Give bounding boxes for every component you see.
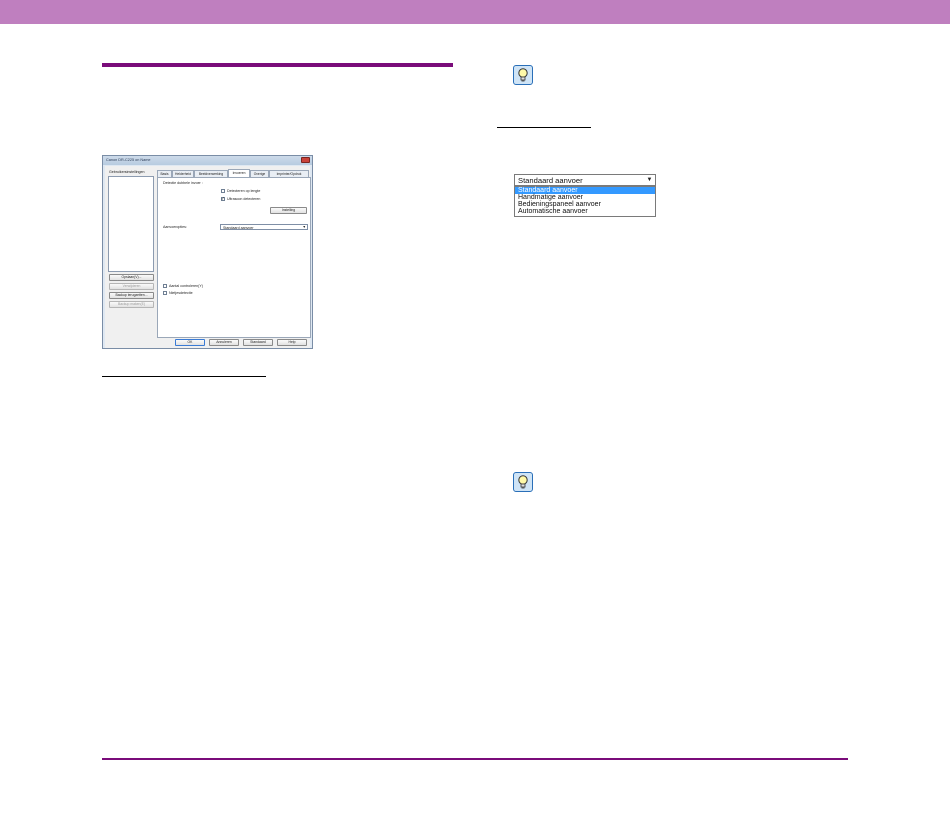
tab-basis[interactable]: Basis bbox=[157, 170, 172, 177]
lightbulb-icon bbox=[513, 65, 533, 85]
detect-by-length-checkbox[interactable] bbox=[221, 189, 225, 193]
chevron-down-icon[interactable]: ▼ bbox=[645, 176, 654, 184]
staple-detect-label: Nietjesdetectie bbox=[169, 291, 193, 295]
feed-options-value: Standaard aanvoer bbox=[223, 225, 254, 230]
lightbulb-icon bbox=[513, 472, 533, 492]
cancel-button[interactable]: Annuleren bbox=[209, 339, 239, 346]
batch-count-checkbox[interactable] bbox=[163, 284, 167, 288]
close-icon[interactable] bbox=[301, 157, 310, 163]
tab-imprinter[interactable]: Imprinter/Opdruk bbox=[269, 170, 309, 177]
settings-dialog-screenshot: Canon DR-C225 on Name Gebruikersinstelli… bbox=[102, 155, 313, 349]
feeding-tab-panel: Detectie dubbele invoer : Detecteren op … bbox=[157, 177, 311, 338]
restore-backup-button[interactable]: Backup terugzetten... bbox=[109, 292, 154, 299]
tab-invoeren[interactable]: Invoeren bbox=[228, 169, 250, 177]
ultrasonic-detect-checkbox[interactable] bbox=[221, 196, 225, 202]
tab-helderheid[interactable]: Helderheid bbox=[172, 170, 194, 177]
detect-by-length-label: Detecteren op lengte bbox=[227, 189, 261, 193]
dialog-title: Canon DR-C225 on Name bbox=[106, 158, 151, 162]
feed-options-label: Aanvoeropties: bbox=[163, 225, 187, 229]
feed-options-select[interactable]: Standaard aanvoer ▼ bbox=[220, 224, 308, 230]
user-settings-label: Gebruikersinstellingen bbox=[109, 170, 145, 174]
delete-settings-button[interactable]: Verwijderen bbox=[109, 283, 154, 290]
help-button[interactable]: Help bbox=[277, 339, 307, 346]
header-band bbox=[0, 0, 950, 24]
dropdown-options-list: Standaard aanvoer Handmatige aanvoer Bed… bbox=[514, 186, 656, 217]
feed-option-dropdown[interactable]: Standaard aanvoer ▼ bbox=[514, 174, 656, 186]
tab-overige[interactable]: Overige bbox=[250, 170, 269, 177]
ultrasonic-detect-label: Ultrasoon detecteren bbox=[227, 197, 261, 201]
ok-button[interactable]: OK bbox=[175, 339, 205, 346]
double-feed-settings-button[interactable]: Instelling bbox=[270, 207, 307, 214]
default-button[interactable]: Standaard bbox=[243, 339, 273, 346]
dropdown-option-automatic[interactable]: Automatische aanvoer bbox=[515, 208, 655, 215]
link-underline bbox=[497, 127, 591, 128]
footer-rule bbox=[102, 758, 848, 760]
user-settings-list[interactable] bbox=[108, 176, 154, 272]
tab-beeldverwerking[interactable]: Beeldverwerking bbox=[194, 170, 228, 177]
link-underline bbox=[102, 376, 266, 377]
make-backup-button[interactable]: Backup maken(E) bbox=[109, 301, 154, 308]
dropdown-current-value: Standaard aanvoer bbox=[518, 176, 583, 185]
save-settings-button[interactable]: Opslaan(V)... bbox=[109, 274, 154, 281]
staple-detect-checkbox[interactable] bbox=[163, 291, 167, 295]
section-title-rule bbox=[102, 63, 453, 67]
tab-strip: Basis Helderheid Beeldverwerking Invoere… bbox=[157, 169, 309, 177]
batch-count-label: Aantal controleren(Y) bbox=[169, 284, 203, 288]
dialog-body: Gebruikersinstellingen Opslaan(V)... Ver… bbox=[105, 166, 311, 348]
dialog-title-bar: Canon DR-C225 on Name bbox=[103, 156, 312, 165]
double-feed-group-label: Detectie dubbele invoer : bbox=[163, 181, 203, 185]
dropdown-option-panel[interactable]: Bedieningspaneel aanvoer bbox=[515, 201, 655, 208]
chevron-down-icon: ▼ bbox=[302, 225, 306, 229]
dropdown-option-standard[interactable]: Standaard aanvoer bbox=[515, 187, 655, 194]
dropdown-option-manual[interactable]: Handmatige aanvoer bbox=[515, 194, 655, 201]
